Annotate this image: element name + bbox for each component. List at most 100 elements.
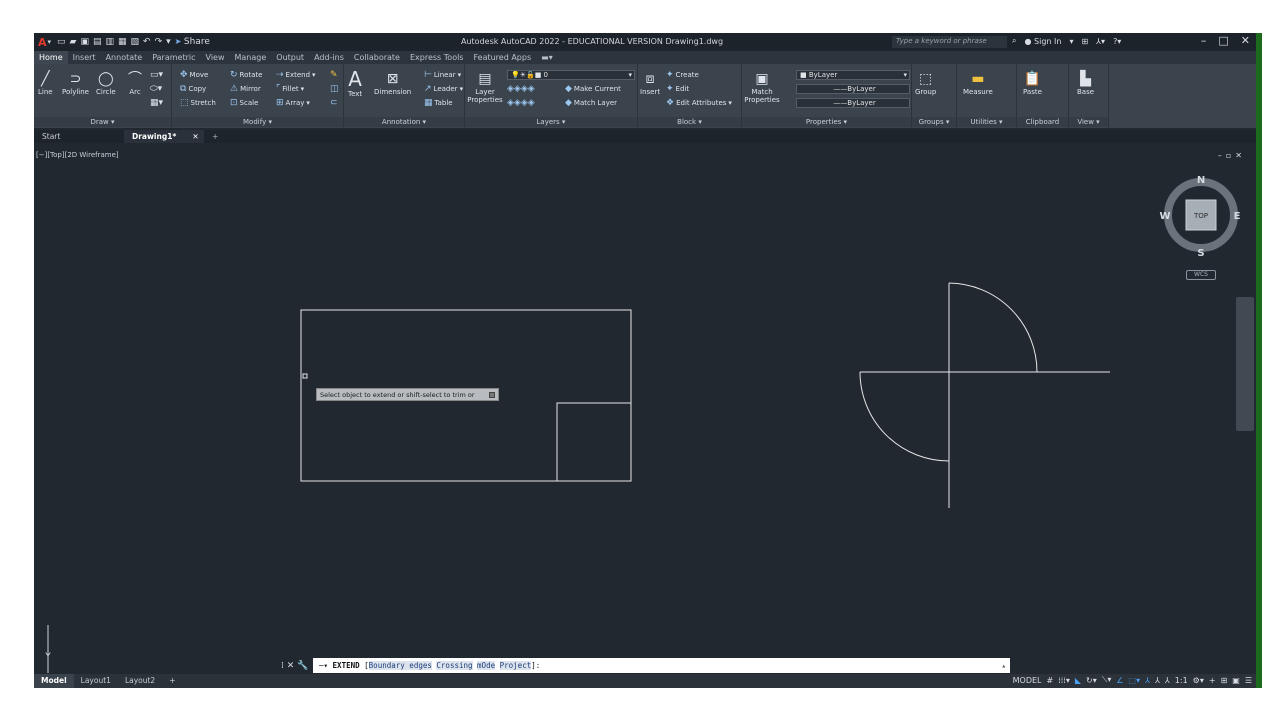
viewcube-west[interactable]: W [1159, 211, 1170, 222]
stretch-button[interactable]: ⬚ Stretch [180, 98, 216, 108]
autodesk-account-icon[interactable]: ⅄▾ [1096, 37, 1105, 46]
command-grip-icon[interactable]: ⁞ [281, 661, 284, 671]
match-properties-tool[interactable]: ▣ Match Properties [744, 70, 780, 104]
qat-dropdown-icon[interactable]: ▾ [166, 37, 171, 47]
tab-insert[interactable]: Insert [68, 51, 101, 64]
wcs-menu[interactable]: WCS [1186, 270, 1216, 280]
annotation-scale-icon[interactable]: ⅄ [1165, 676, 1170, 685]
layer-dropdown[interactable]: 💡☀🔓■ 0 ▾ [507, 70, 635, 80]
dimension-tool[interactable]: ⊠ Dimension [374, 70, 411, 96]
circle-tool[interactable]: ◯ Circle [96, 70, 116, 96]
web-mobile-icon[interactable]: ▥ [106, 37, 115, 47]
option-project[interactable]: Project [499, 661, 532, 670]
workspace-switching-icon[interactable]: ⚙▾ [1193, 676, 1204, 685]
view-panel-title[interactable]: View ▾ [1069, 117, 1108, 127]
tab-output[interactable]: Output [271, 51, 309, 64]
isodraft-icon[interactable]: ⟍▾ [1102, 675, 1112, 685]
tab-parametric[interactable]: Parametric [147, 51, 200, 64]
maximize-icon[interactable]: □ [1218, 34, 1228, 47]
drawing-canvas[interactable]: TOP N S E W Y X [34, 145, 1256, 673]
save-as-icon[interactable]: ▤ [93, 37, 102, 47]
block-panel-title[interactable]: Block ▾ [638, 117, 741, 127]
close-tab-icon[interactable]: ✕ [192, 132, 198, 141]
lineweight-dropdown[interactable]: ——ByLayer [796, 98, 910, 108]
utilities-panel-title[interactable]: Utilities ▾ [957, 117, 1016, 127]
navigation-bar[interactable] [1236, 297, 1254, 431]
measure-tool[interactable]: ▬ Measure [963, 70, 993, 96]
tab-view[interactable]: View [201, 51, 230, 64]
search-icon[interactable]: ⌕ [1012, 36, 1016, 46]
insert-tool[interactable]: ⧈ Insert [640, 70, 660, 96]
viewcube[interactable]: TOP N S E W [1159, 175, 1240, 259]
layers-panel-title[interactable]: Layers ▾ [465, 117, 637, 127]
layer-tools-row-2[interactable]: ◈◈◈◈ [507, 98, 535, 108]
command-input[interactable]: ─▾ EXTEND [Boundary edges Crossing mOde … [313, 658, 1010, 673]
object-snap-icon[interactable]: ⬚▾ [1129, 676, 1141, 685]
option-boundary-edges[interactable]: Boundary edges [368, 661, 432, 670]
layer-properties-tool[interactable]: ▤ Layer Properties [467, 70, 503, 104]
erase-button[interactable]: ✎ [330, 70, 338, 80]
start-tab[interactable]: Start [34, 130, 124, 143]
sign-in-button[interactable]: ● Sign In [1024, 37, 1061, 46]
isolate-objects-icon[interactable]: ⊞ [1221, 676, 1228, 685]
text-tool[interactable]: A Text [348, 68, 362, 98]
extend-button[interactable]: ⇢ Extend ▾ [276, 70, 316, 80]
viewcube-north[interactable]: N [1197, 175, 1205, 186]
paste-tool[interactable]: 📋 Paste [1023, 70, 1042, 96]
properties-panel-title[interactable]: Properties ▾ [742, 117, 911, 127]
option-mode[interactable]: mOde [477, 661, 496, 670]
array-button[interactable]: ⊞ Array ▾ [276, 98, 310, 108]
snap-mode-icon[interactable]: ⁞⁞⁞▾ [1058, 676, 1070, 685]
clean-screen-icon[interactable]: ▣ [1232, 676, 1240, 685]
explode-button[interactable]: ◫ [330, 84, 339, 94]
annotation-scale-value[interactable]: 1:1 [1175, 676, 1188, 685]
draw-panel-title[interactable]: Draw ▾ [34, 117, 171, 127]
copy-button[interactable]: ⧉ Copy [180, 84, 206, 94]
new-tab-button[interactable]: + [204, 130, 226, 143]
ellipse-tool[interactable]: ⬭▾ [150, 84, 162, 94]
group-tool[interactable]: ⬚ Group [915, 70, 936, 96]
upper-right-arc[interactable] [948, 282, 1038, 373]
arc-tool[interactable]: ⌒ Arc [128, 70, 142, 96]
undo-icon[interactable]: ↶ [143, 37, 151, 47]
command-close-icon[interactable]: ✕ [287, 661, 295, 671]
autodesk-app-store-icon[interactable]: ⊞ [1081, 37, 1088, 46]
command-recent-icon[interactable]: ▴ [1001, 658, 1010, 673]
clipboard-panel-title[interactable]: Clipboard [1017, 117, 1068, 127]
ribbon-minimize-toggle-icon[interactable]: ▬▾ [536, 51, 558, 64]
lower-left-arc[interactable] [859, 371, 950, 462]
match-layer-button[interactable]: ◆ Match Layer [565, 98, 617, 108]
object-snap-tracking-icon[interactable]: ∠ [1116, 676, 1123, 685]
color-dropdown[interactable]: ■ ByLayer ▾ [796, 70, 910, 80]
hatch-tool[interactable]: ▦▾ [150, 98, 163, 108]
minimize-icon[interactable]: – [1201, 34, 1207, 47]
polar-tracking-icon[interactable]: ↻▾ [1086, 676, 1097, 685]
auto-scale-icon[interactable]: ⅄ [1155, 676, 1160, 685]
new-file-icon[interactable]: ▭ [57, 37, 66, 47]
model-space-button[interactable]: MODEL [1013, 676, 1042, 685]
open-folder-icon[interactable]: ▰ [70, 37, 77, 47]
rectangle-tool[interactable]: ▭▾ [150, 70, 163, 80]
tab-home[interactable]: Home [34, 51, 68, 64]
groups-panel-title[interactable]: Groups ▾ [912, 117, 956, 127]
model-layout-tab[interactable]: Model [34, 674, 74, 688]
app-menu-chevron-icon[interactable]: ▾ [48, 38, 52, 46]
grid-icon[interactable]: # [1047, 676, 1054, 685]
tab-annotate[interactable]: Annotate [101, 51, 148, 64]
viewcube-east[interactable]: E [1234, 211, 1241, 222]
rotate-button[interactable]: ↻ Rotate [230, 70, 262, 80]
add-layout-button[interactable]: + [162, 674, 182, 688]
layer-tools-row-1[interactable]: ◈◈◈◈ [507, 84, 535, 94]
command-customize-icon[interactable]: 🔧 [297, 661, 308, 671]
move-button[interactable]: ✥ Move [180, 70, 208, 80]
edit-block-button[interactable]: ✦ Edit [666, 84, 689, 94]
base-tool[interactable]: ▙ Base [1077, 70, 1094, 96]
close-icon[interactable]: ✕ [1241, 34, 1250, 47]
search-input[interactable]: Type a keyword or phrase [892, 36, 1007, 48]
customization-menu-icon[interactable]: ☰ [1245, 676, 1252, 685]
linear-button[interactable]: ⊢ Linear ▾ [424, 70, 461, 80]
offset-button[interactable]: ⊂ [330, 98, 338, 108]
save-icon[interactable]: ▣ [80, 37, 89, 47]
sign-in-chevron-icon[interactable]: ▾ [1069, 37, 1073, 46]
inner-square[interactable] [556, 402, 632, 482]
